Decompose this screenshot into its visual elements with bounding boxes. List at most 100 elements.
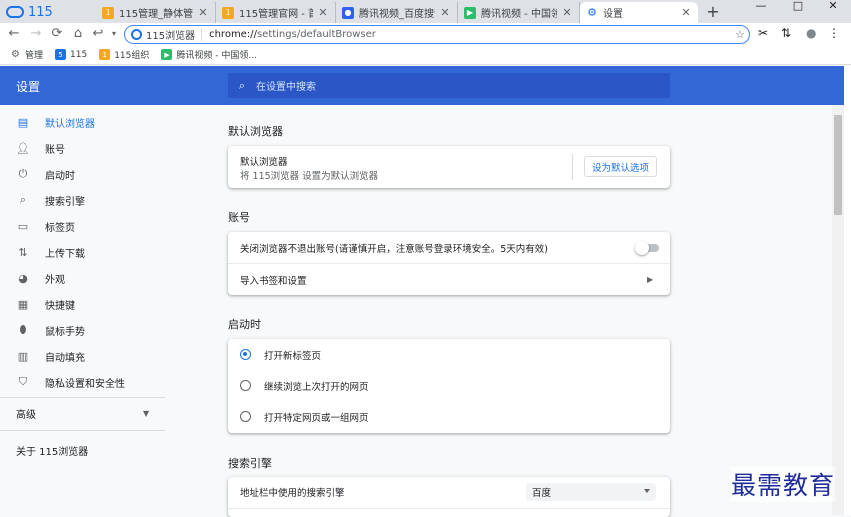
set-default-button[interactable]: 设为默认选项: [584, 156, 657, 177]
sidebar-item-label: 启动时: [45, 170, 75, 182]
forward-icon[interactable]: →: [28, 26, 44, 42]
tab-115-home[interactable]: 1 115管理官网 - 首页 ✕: [216, 2, 336, 23]
default-browser-row: 默认浏览器 将 115浏览器 设置为默认浏览器 设为默认选项: [228, 146, 670, 188]
back-icon[interactable]: ←: [6, 26, 22, 42]
browser-window-icon: ▤: [17, 115, 29, 129]
settings-sidebar: ▤ 默认浏览器 👤︎ 账号 ⏻ 启动时 ⌕ 搜索引擎 ▭ 标签页 ⇅ 上传下载 …: [0, 105, 165, 515]
sidebar-item-label: 默认浏览器: [45, 118, 95, 130]
sidebar-item-about[interactable]: 关于 115浏览器: [0, 437, 165, 463]
undo-icon[interactable]: ↩: [90, 26, 106, 42]
tab-baidu-search[interactable]: ● 腾讯视频_百度搜索 ✕: [336, 2, 458, 23]
bookmark-item[interactable]: ⚙ 管理: [10, 48, 43, 61]
sidebar-item-privacy[interactable]: ⛉ 隐私设置和安全性: [0, 369, 165, 395]
radio-button[interactable]: [240, 380, 251, 391]
radio-button[interactable]: [240, 411, 251, 422]
sidebar-item-tabs[interactable]: ▭ 标签页: [0, 213, 165, 239]
search-engine-label: 地址栏中使用的搜索引擎: [240, 488, 345, 499]
search-engine-select[interactable]: 百度: [526, 483, 656, 501]
toolbar: ← → ⟳ ⌂ ↩ ▾ 115浏览器 chrome://settings/def…: [0, 23, 851, 45]
bookmark-label: 管理: [25, 51, 44, 61]
settings-search-input[interactable]: ⌕ 在设置中搜索: [228, 73, 670, 98]
person-icon: 👤︎: [16, 141, 30, 155]
home-icon[interactable]: ⌂: [70, 26, 86, 42]
page-title: 设置: [16, 80, 41, 94]
startup-card: 打开新标签页 继续浏览上次打开的网页 打开特定网页或一组网页: [228, 339, 670, 433]
chevron-down-icon: ▼: [143, 408, 150, 418]
user-icon[interactable]: ●: [806, 26, 816, 40]
bookmark-label: 腾讯视频 - 中国领...: [176, 51, 257, 61]
115-icon: 1: [102, 6, 114, 19]
more-menu-icon[interactable]: ⋮: [828, 26, 840, 40]
address-bar[interactable]: 115浏览器 chrome://settings/defaultBrowser …: [124, 25, 750, 44]
search-icon: ⌕: [19, 193, 27, 206]
sidebar-item-startup[interactable]: ⏻ 启动时: [0, 161, 165, 187]
minimize-button[interactable]: —: [743, 0, 779, 14]
tab-settings[interactable]: ⚙ 设置 ✕: [580, 2, 698, 23]
mouse-icon: ⬮: [19, 323, 27, 336]
search-icon: ⌕: [238, 78, 246, 92]
startup-option[interactable]: 打开特定网页或一组网页: [228, 401, 670, 432]
gear-icon: ⚙: [11, 49, 20, 60]
close-icon[interactable]: ✕: [680, 6, 692, 19]
sidebar-item-default-browser[interactable]: ▤ 默认浏览器: [0, 109, 165, 135]
sidebar-item-autofill[interactable]: ▥ 自动填充: [0, 343, 165, 369]
startup-option[interactable]: 继续浏览上次打开的网页: [228, 370, 670, 401]
cloud-icon: [6, 6, 24, 18]
sidebar-item-label: 关于 115浏览器: [16, 446, 89, 458]
close-icon[interactable]: ✕: [439, 6, 451, 19]
close-icon[interactable]: ✕: [561, 6, 573, 19]
scissors-icon[interactable]: ✂: [758, 26, 768, 40]
bookmark-item[interactable]: 1 115组织: [99, 48, 149, 61]
sidebar-item-label: 鼠标手势: [45, 326, 85, 338]
search-engine-row: 地址栏中使用的搜索引擎 百度: [228, 477, 670, 507]
scrollbar[interactable]: [832, 105, 844, 515]
reload-icon[interactable]: ⟳: [49, 26, 65, 42]
close-icon[interactable]: ✕: [317, 6, 329, 19]
sidebar-item-label: 账号: [45, 144, 65, 156]
startup-option[interactable]: 打开新标签页: [228, 339, 670, 370]
keep-login-toggle[interactable]: [635, 241, 659, 255]
sidebar-item-search-engine[interactable]: ⌕ 搜索引擎: [0, 187, 165, 213]
scrollbar-thumb[interactable]: [834, 115, 842, 215]
maximize-button[interactable]: □: [780, 0, 816, 14]
sidebar-item-label: 标签页: [45, 222, 75, 234]
keep-login-row[interactable]: 关闭浏览器不退出账号(请谨慎开启，注意账号登录环境安全。5天内有效): [228, 232, 670, 263]
bookmark-item[interactable]: ▶ 腾讯视频 - 中国领...: [161, 48, 257, 61]
close-icon[interactable]: ✕: [197, 6, 209, 19]
sidebar-item-account[interactable]: 👤︎ 账号: [0, 135, 165, 161]
startup-option-label: 打开特定网页或一组网页: [264, 412, 369, 424]
tab-115-manage[interactable]: 1 115管理_静体管理系统 ✕: [96, 2, 216, 23]
url-path: settings/defaultBrowser: [256, 29, 376, 40]
sidebar-item-downloads[interactable]: ⇅ 上传下载: [0, 239, 165, 265]
gear-icon: ⚙: [587, 6, 597, 19]
sidebar-item-appearance[interactable]: ◕ 外观: [0, 265, 165, 291]
sidebar-item-label: 搜索引擎: [45, 196, 85, 208]
url-text[interactable]: chrome://settings/defaultBrowser: [202, 29, 735, 40]
tab-icon: ▭: [17, 219, 29, 233]
sidebar-divider: [0, 397, 165, 398]
chevron-down-icon: [644, 489, 650, 493]
tencent-video-icon: ▶: [161, 49, 173, 60]
import-bookmarks-row[interactable]: 导入书签和设置 ▶: [228, 264, 670, 295]
close-window-button[interactable]: ✕: [815, 0, 851, 14]
default-browser-row-subtitle: 将 115浏览器 设置为默认浏览器: [240, 171, 379, 182]
clipboard-icon: ▥: [17, 349, 29, 363]
sidebar-item-shortcuts[interactable]: ▦ 快捷键: [0, 291, 165, 317]
star-icon[interactable]: ☆: [735, 28, 749, 41]
sidebar-advanced-toggle[interactable]: 高级 ▼: [0, 400, 165, 426]
sidebar-item-mouse-gestures[interactable]: ⬮ 鼠标手势: [0, 317, 165, 343]
tab-tencent-video[interactable]: ▶ 腾讯视频 - 中国领先的 ✕: [458, 2, 580, 23]
browser-brand[interactable]: 115: [6, 1, 92, 23]
tab-title: 115管理_静体管理系统: [119, 9, 193, 20]
radio-button-selected[interactable]: [240, 349, 251, 360]
new-tab-button[interactable]: +: [703, 2, 723, 22]
bookmark-item[interactable]: 5 115: [55, 49, 87, 60]
section-title-default-browser: 默认浏览器: [228, 125, 283, 138]
chevron-down-icon[interactable]: ▾: [106, 26, 122, 42]
115-icon: 5: [55, 49, 67, 60]
browser-logo-icon: [131, 29, 142, 40]
up-down-arrows-icon[interactable]: ⇅: [781, 26, 791, 40]
row-separator: [572, 154, 573, 180]
site-chip[interactable]: 115浏览器: [125, 28, 203, 42]
tab-title: 腾讯视频_百度搜索: [359, 9, 435, 20]
